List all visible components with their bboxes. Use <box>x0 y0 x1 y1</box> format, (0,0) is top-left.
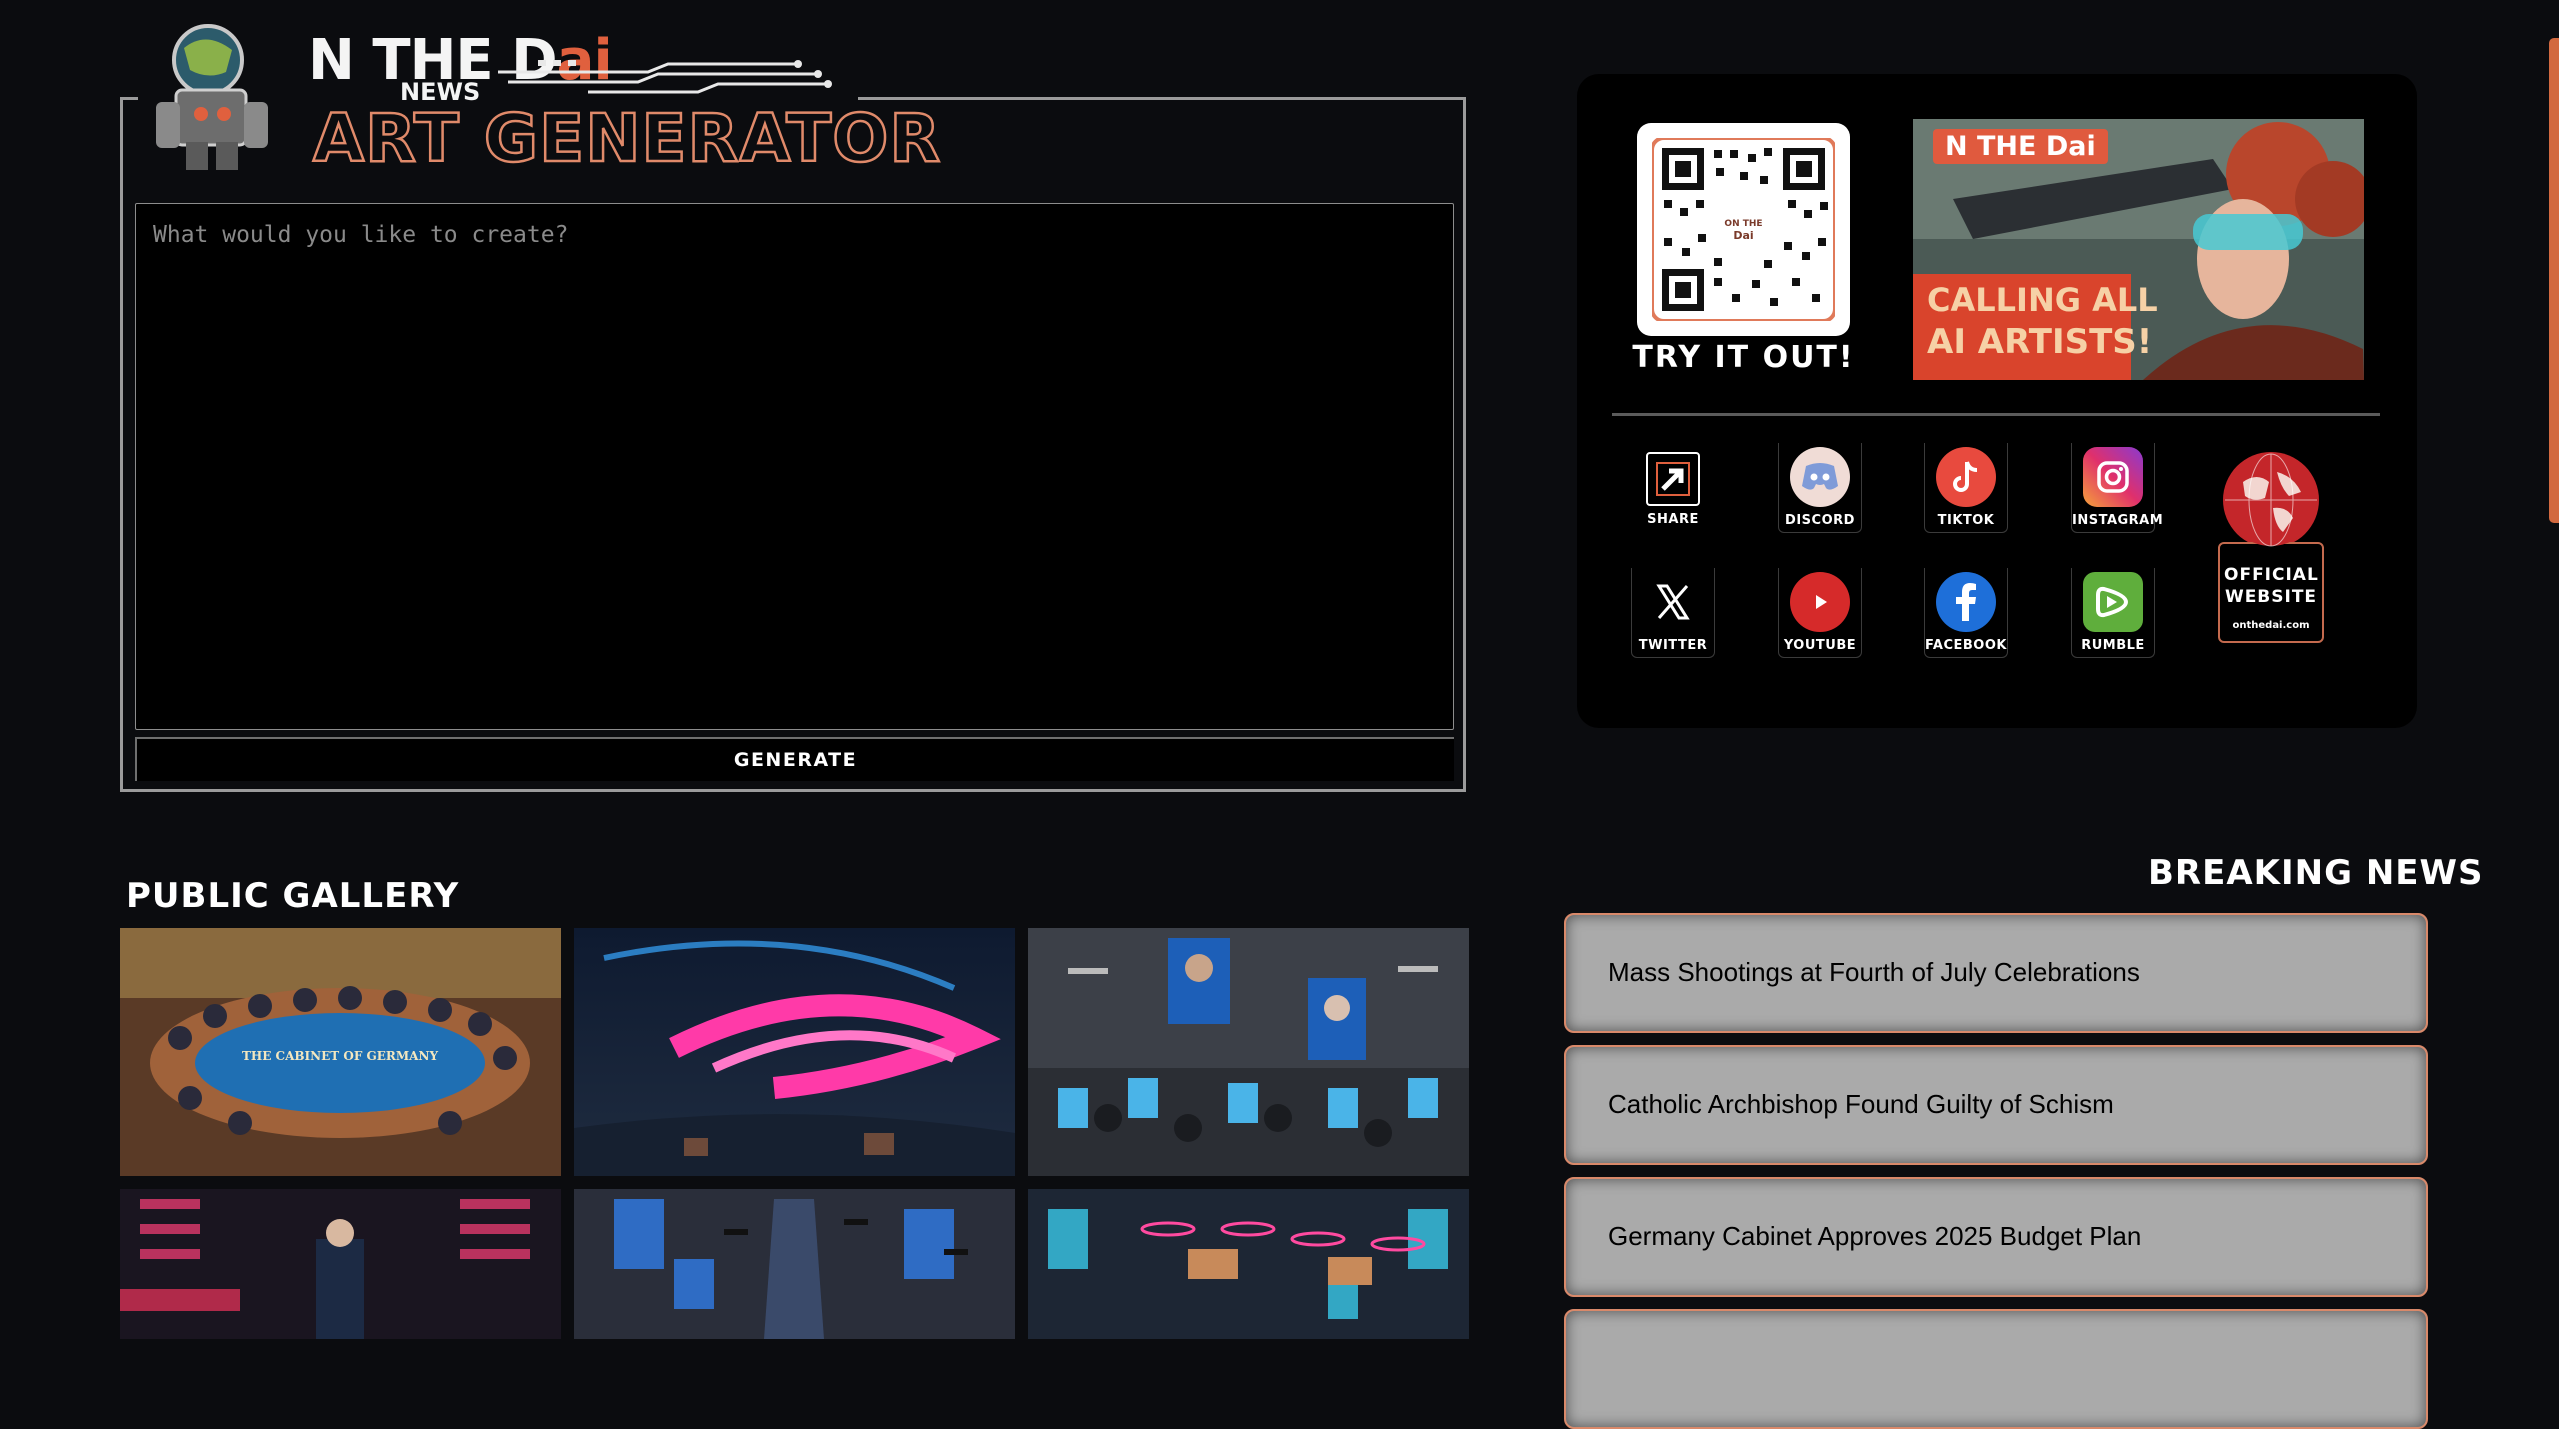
gallery-image[interactable] <box>1028 1189 1469 1339</box>
gallery-image[interactable] <box>1028 928 1469 1176</box>
rumble-icon <box>2083 572 2143 632</box>
share-button[interactable]: SHARE <box>1631 452 1715 527</box>
facebook-button[interactable]: FACEBOOK <box>1924 568 2008 658</box>
neon-tornado-image <box>574 928 1015 1176</box>
instagram-icon <box>2083 447 2143 507</box>
globe-icon <box>2223 452 2319 548</box>
facebook-label: FACEBOOK <box>1925 638 2007 653</box>
election-drones-image <box>1028 928 1469 1176</box>
cabinet-caption: THE CABINET OF GERMANY <box>242 1049 439 1063</box>
twitter-button[interactable]: TWITTER <box>1631 568 1715 658</box>
youtube-icon <box>1790 572 1850 632</box>
tiktok-icon <box>1936 447 1996 507</box>
news-item[interactable]: Mass Shootings at Fourth of July Celebra… <box>1564 913 2428 1033</box>
brand-tagline: ART GENERATOR <box>312 99 942 179</box>
youtube-label: YOUTUBE <box>1783 638 1857 653</box>
try-it-label: TRY IT OUT! <box>1632 340 1855 375</box>
prompt-input[interactable] <box>135 203 1454 730</box>
youtube-button[interactable]: YOUTUBE <box>1778 568 1862 658</box>
official-website-url: onthedai.com <box>2232 620 2310 631</box>
facebook-icon <box>1936 572 1996 632</box>
instagram-button[interactable]: INSTAGRAM <box>2071 443 2164 533</box>
svg-text:ON THE: ON THE <box>1724 219 1762 229</box>
x-twitter-icon <box>1643 572 1703 632</box>
svg-text:Dai: Dai <box>1733 229 1753 242</box>
scrollbar-thumb[interactable] <box>2549 38 2559 523</box>
promo-divider <box>1612 413 2380 416</box>
twitter-label: TWITTER <box>1638 638 1708 653</box>
news-item[interactable] <box>1564 1309 2428 1429</box>
promo-banner[interactable]: N THE Dai CALLING ALL AI ARTISTS! <box>1913 119 2364 380</box>
news-item[interactable]: Germany Cabinet Approves 2025 Budget Pla… <box>1564 1177 2428 1297</box>
site-logo[interactable]: N THE Dai NEWS ART GENERATOR <box>138 10 942 185</box>
neon-city-image <box>120 1189 561 1339</box>
rumble-label: RUMBLE <box>2081 638 2145 653</box>
discord-button[interactable]: DISCORD <box>1778 443 1862 533</box>
gallery-image[interactable] <box>574 1189 1015 1339</box>
news-headline: Catholic Archbishop Found Guilty of Schi… <box>1608 1089 2114 1119</box>
gallery-image[interactable]: THE CABINET OF GERMANY <box>120 928 561 1176</box>
news-headline: Germany Cabinet Approves 2025 Budget Pla… <box>1608 1221 2142 1251</box>
drone-skyline-image <box>574 1189 1015 1339</box>
generate-button[interactable]: GENERATE <box>135 737 1454 781</box>
gallery-image[interactable] <box>120 1189 561 1339</box>
robot-mascot-icon <box>156 24 268 170</box>
share-label: SHARE <box>1647 512 1699 527</box>
discord-icon <box>1790 447 1850 507</box>
discord-label: DISCORD <box>1785 513 1855 528</box>
ad-headline-2: AI ARTISTS! <box>1927 322 2153 362</box>
ad-logo: N THE Dai <box>1933 129 2108 164</box>
ad-headline-1: CALLING ALL <box>1927 281 2158 319</box>
qr-code-icon: ON THE Dai <box>1652 138 1835 321</box>
official-website-card: OFFICIAL WEBSITE onthedai.com <box>2218 542 2324 643</box>
share-icon <box>1646 452 1700 506</box>
official-website-label: OFFICIAL WEBSITE <box>2224 565 2319 607</box>
breaking-news-title: BREAKING NEWS <box>2148 853 2484 893</box>
gallery-image[interactable] <box>574 928 1015 1176</box>
news-headline: Mass Shootings at Fourth of July Celebra… <box>1608 957 2140 987</box>
qr-code[interactable]: ON THE Dai <box>1637 123 1850 336</box>
tiktok-label: TIKTOK <box>1937 513 1995 528</box>
delivery-drones-image <box>1028 1189 1469 1339</box>
news-item[interactable]: Catholic Archbishop Found Guilty of Schi… <box>1564 1045 2428 1165</box>
cabinet-meeting-image: THE CABINET OF GERMANY <box>120 928 561 1176</box>
gallery-title: PUBLIC GALLERY <box>126 876 460 916</box>
tiktok-button[interactable]: TIKTOK <box>1924 443 2008 533</box>
rumble-button[interactable]: RUMBLE <box>2071 568 2155 658</box>
official-website-button[interactable]: OFFICIAL WEBSITE onthedai.com <box>2218 452 2324 643</box>
instagram-label: INSTAGRAM <box>2072 513 2164 528</box>
